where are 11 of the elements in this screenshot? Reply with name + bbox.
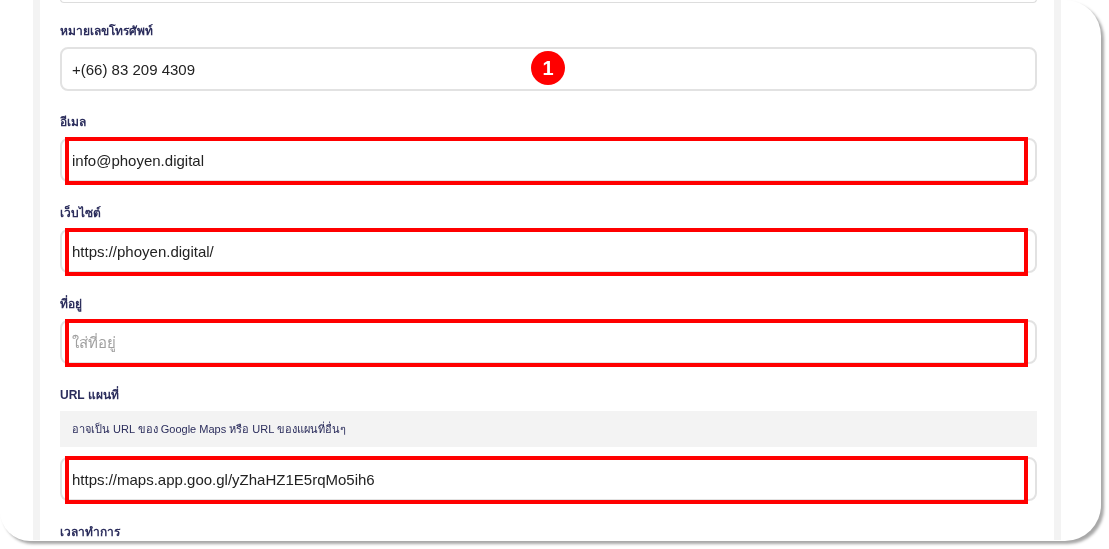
field-label: หมายเลขโทรศัพท์: [60, 23, 153, 40]
field-label: ที่อยู่: [60, 295, 82, 313]
field-label: เวลาทำการ: [60, 524, 120, 541]
help-text: อาจเป็น URL ของ Google Maps หรือ URL ของแผนที่อื่นๆ: [60, 411, 1037, 447]
input-field[interactable]: https://phoyen.digital/: [60, 229, 1037, 273]
input-field[interactable]: https://maps.app.goo.gl/yZhaHZ1E5rqMo5ih6: [60, 457, 1037, 501]
input-field[interactable]: ใส่ที่อยู่: [60, 320, 1037, 364]
input-field[interactable]: info@phoyen.digital: [60, 138, 1037, 182]
field-label: อีเมล: [60, 114, 86, 131]
field-label: URL แผนที่: [60, 386, 119, 404]
field-label: เว็บไซต์: [60, 204, 101, 222]
